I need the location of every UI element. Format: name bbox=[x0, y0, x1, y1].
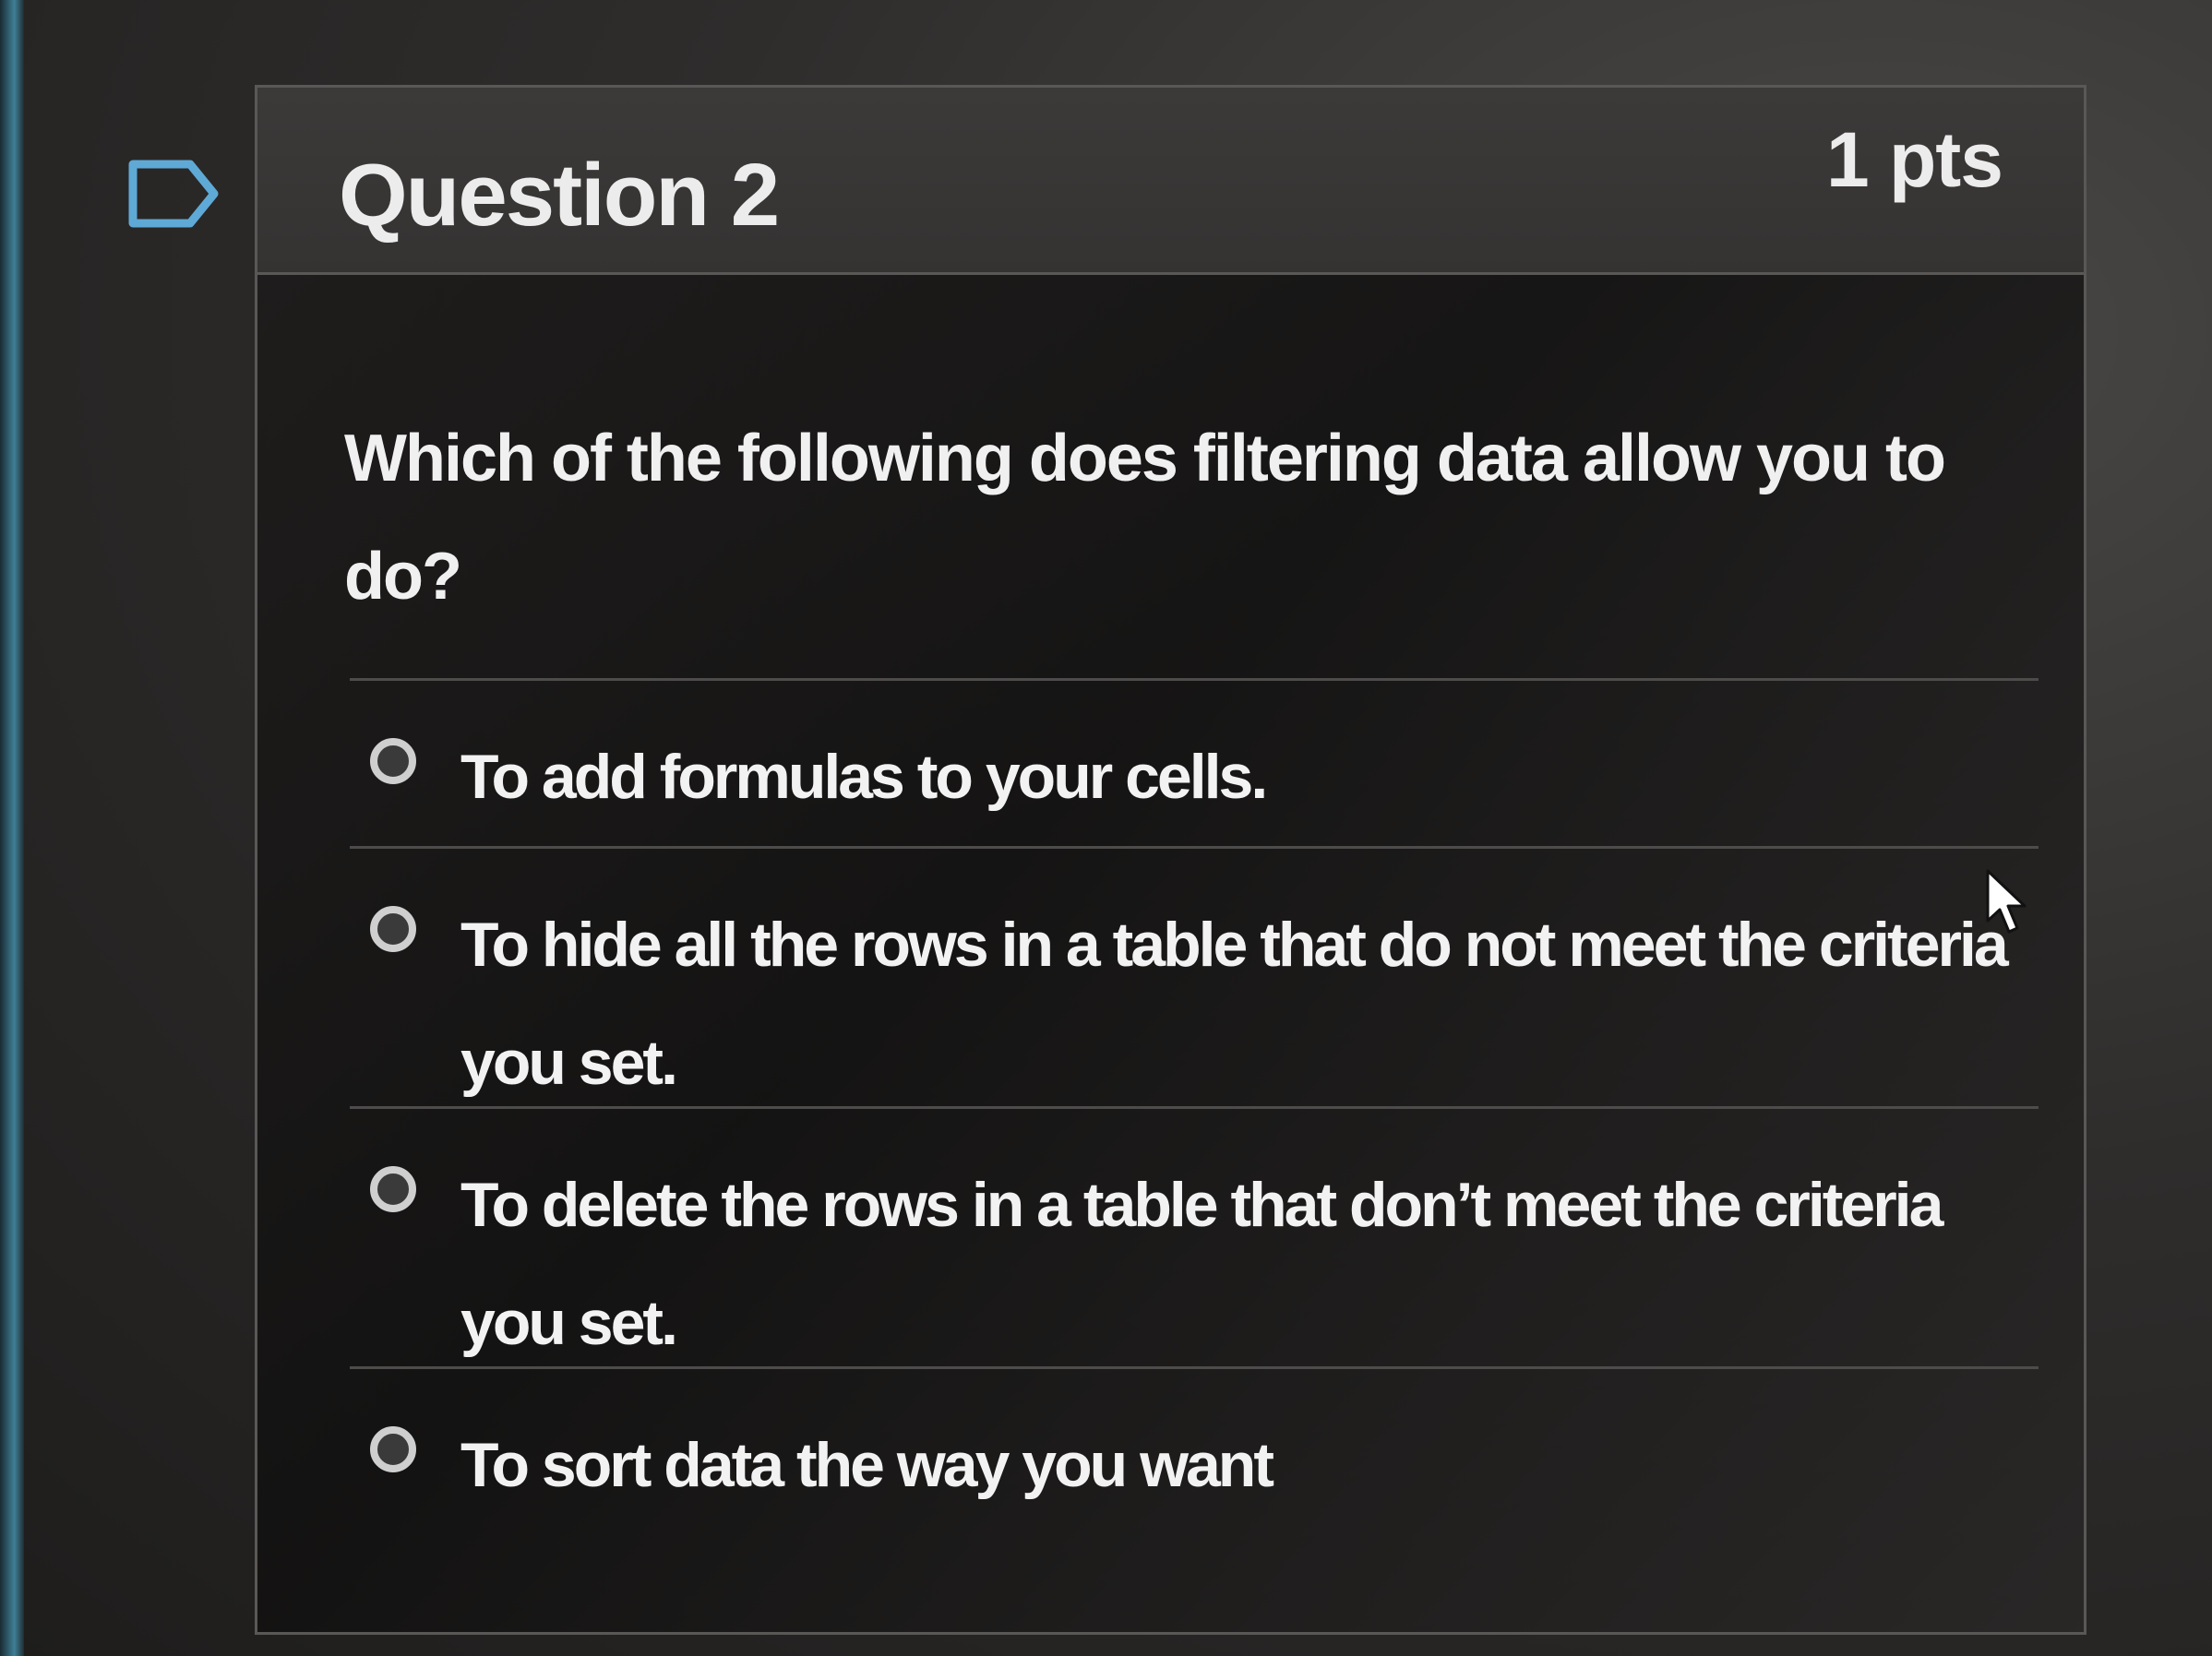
answer-option[interactable]: To add formulas to your cells. bbox=[350, 678, 2039, 846]
mouse-pointer-icon bbox=[1986, 869, 2027, 934]
radio-button[interactable] bbox=[370, 906, 416, 952]
answer-label[interactable]: To delete the rows in a table that don’t… bbox=[460, 1146, 2011, 1382]
question-text: Which of the following does filtering da… bbox=[344, 422, 1946, 614]
answer-option[interactable]: To hide all the rows in a table that do … bbox=[350, 846, 2039, 1106]
answer-list: To add formulas to your cells. To hide a… bbox=[350, 678, 2039, 1579]
screen-edge bbox=[0, 0, 24, 1656]
question-title: Question 2 bbox=[339, 146, 780, 244]
answer-label[interactable]: To sort data the way you want bbox=[460, 1406, 2011, 1524]
answer-label[interactable]: To hide all the rows in a table that do … bbox=[460, 886, 2011, 1122]
flag-question-icon[interactable] bbox=[127, 157, 220, 231]
question-points: 1 pts bbox=[1825, 116, 2003, 203]
question-card: Question 2 1 pts Which of the following … bbox=[255, 85, 2086, 1635]
answer-option[interactable]: To sort data the way you want bbox=[350, 1366, 2039, 1579]
radio-button[interactable] bbox=[370, 1426, 416, 1472]
answer-label[interactable]: To add formulas to your cells. bbox=[460, 718, 2011, 836]
answer-option[interactable]: To delete the rows in a table that don’t… bbox=[350, 1106, 2039, 1366]
radio-button[interactable] bbox=[370, 738, 416, 784]
radio-button[interactable] bbox=[370, 1166, 416, 1212]
question-header: Question 2 1 pts bbox=[257, 88, 2084, 275]
